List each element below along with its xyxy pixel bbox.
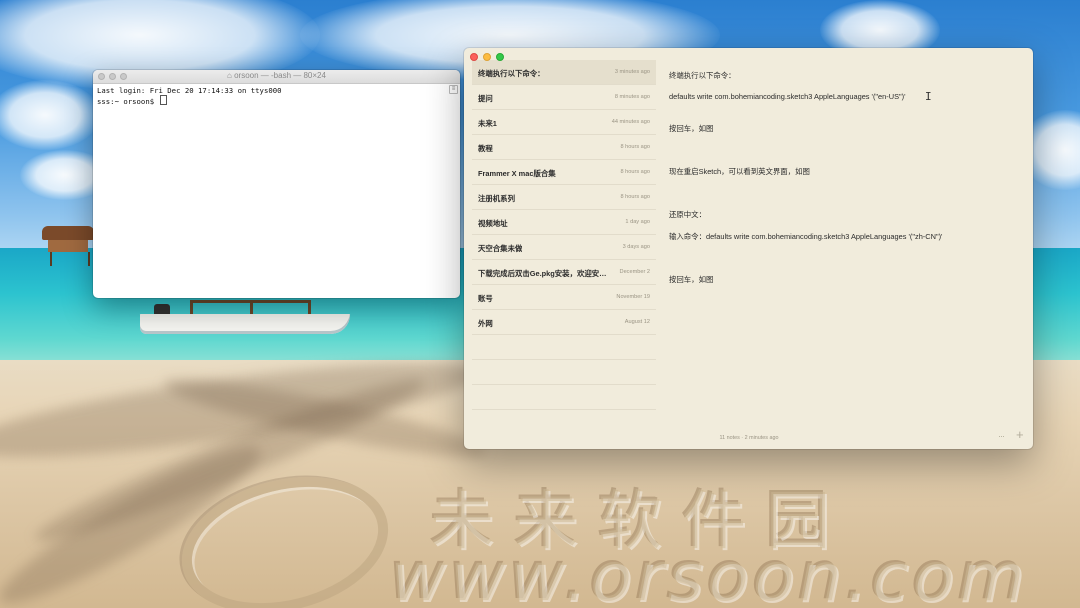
add-note-icon[interactable]: + [1016, 428, 1024, 441]
note-list: 终端执行以下命令： 3 minutes ago 提问 8 minutes ago… [472, 60, 656, 410]
note-timestamp: 3 minutes ago [614, 69, 650, 75]
note-title: 未来1 [478, 119, 497, 128]
sand-watermark: 未来软件园 www.orsoon.com [167, 456, 1040, 608]
note-list-item[interactable]: 注册机系列 8 hours ago [472, 185, 656, 210]
terminal-title-text: orsoon — -bash — 80×24 [234, 71, 326, 80]
note-title: 视频地址 [478, 219, 508, 228]
notes-window[interactable]: 终端执行以下命令： 3 minutes ago 提问 8 minutes ago… [464, 48, 1033, 449]
close-button[interactable] [470, 53, 478, 61]
terminal-cursor [159, 95, 167, 106]
note-list-item[interactable]: 下载完成后双击Ge.pkg安装，欢迎安… December 2 [472, 260, 656, 285]
terminal-content[interactable]: Last login: Fri Dec 20 17:14:33 on ttys0… [93, 84, 460, 109]
note-list-item[interactable]: 外网 August 12 [472, 310, 656, 335]
note-list-item[interactable]: 提问 8 minutes ago [472, 85, 656, 110]
empty-list-row [472, 335, 656, 360]
notes-status: 11 notes · 2 minutes ago [719, 435, 779, 441]
notes-window-controls [470, 53, 504, 61]
editor-line: 输入命令：defaults write com.bohemiancoding.s… [669, 232, 943, 241]
note-title: 账号 [478, 294, 493, 303]
editor-line: 按回车，如图 [669, 124, 714, 133]
note-timestamp: November 19 [616, 294, 650, 300]
note-title: 外网 [478, 319, 493, 328]
note-list-item[interactable]: 天空合集未做 3 days ago [472, 235, 656, 260]
note-title: 注册机系列 [478, 194, 515, 203]
editor-line: 还原中文： [669, 210, 706, 219]
note-timestamp: 44 minutes ago [611, 119, 650, 125]
zoom-button[interactable] [496, 53, 504, 61]
editor-line: 现在重启Sketch，可以看到英文界面，如图 [669, 167, 810, 176]
note-list-item[interactable]: Frammer X mac版合集 8 hours ago [472, 160, 656, 185]
editor-line: 按回车，如图 [669, 275, 714, 284]
boat [130, 300, 356, 340]
note-timestamp: 8 minutes ago [614, 94, 650, 100]
note-title: 天空合集未做 [478, 244, 523, 253]
terminal-window[interactable]: ⌂ orsoon — -bash — 80×24 ≡ Last login: F… [93, 70, 460, 298]
note-list-item[interactable]: 账号 November 19 [472, 285, 656, 310]
note-timestamp: 3 days ago [622, 244, 650, 250]
empty-list-row [472, 385, 656, 410]
more-options-icon[interactable]: ··· [998, 431, 1005, 441]
note-timestamp: 8 hours ago [620, 144, 650, 150]
note-list-item[interactable]: 教程 8 hours ago [472, 135, 656, 160]
terminal-scroll-indicator-icon[interactable]: ≡ [449, 85, 458, 94]
note-title: 教程 [478, 144, 493, 153]
note-list-item[interactable]: 视频地址 1 day ago [472, 210, 656, 235]
note-timestamp: 1 day ago [625, 219, 650, 225]
terminal-titlebar[interactable]: ⌂ orsoon — -bash — 80×24 [93, 70, 460, 84]
editor-line: 终端执行以下命令： [669, 71, 736, 80]
minimize-button[interactable] [483, 53, 491, 61]
note-list-item[interactable]: 未来1 44 minutes ago [472, 110, 656, 135]
watermark-url: www.orsoon.com [390, 538, 1029, 608]
note-list-item[interactable]: 终端执行以下命令： 3 minutes ago [472, 60, 656, 85]
text-cursor-icon: I [925, 90, 932, 103]
editor-line: defaults write com.bohemiancoding.sketch… [669, 92, 906, 101]
terminal-title: ⌂ orsoon — -bash — 80×24 [93, 71, 460, 80]
note-title: 终端执行以下命令： [478, 69, 545, 78]
note-title: 下载完成后双击Ge.pkg安装，欢迎安… [478, 269, 607, 278]
note-title: 提问 [478, 94, 493, 103]
note-timestamp: 8 hours ago [620, 169, 650, 175]
note-timestamp: August 12 [624, 319, 650, 325]
water-bungalow [42, 226, 94, 266]
watermark-logo-icon [167, 456, 403, 608]
terminal-prompt: sss:~ orsoon$ [97, 97, 159, 107]
note-timestamp: December 2 [619, 269, 650, 275]
empty-list-row [472, 360, 656, 385]
terminal-line: Last login: Fri Dec 20 17:14:33 on ttys0… [97, 86, 282, 95]
note-timestamp: 8 hours ago [620, 194, 650, 200]
note-title: Frammer X mac版合集 [478, 169, 556, 178]
terminal-prompt-line: sss:~ orsoon$ [97, 95, 456, 106]
